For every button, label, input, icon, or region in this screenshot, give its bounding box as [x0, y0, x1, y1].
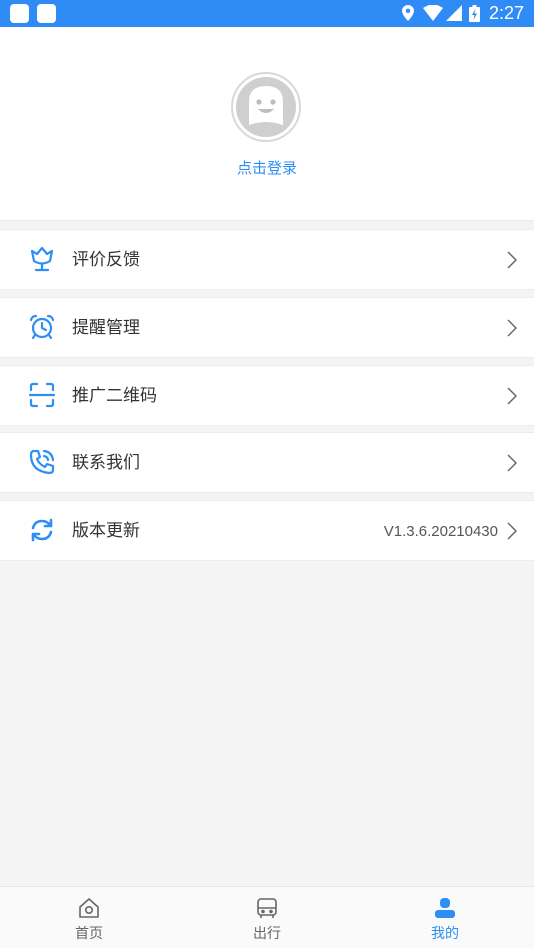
tab-label: 首页 [75, 926, 103, 942]
tab-label: 出行 [253, 926, 281, 942]
version-value: V1.3.6.20210430 [383, 523, 498, 540]
signal-icon [446, 5, 462, 21]
bus-icon [257, 898, 277, 918]
chevron-right-icon [507, 522, 517, 540]
menu-item-reminders[interactable]: 提醒管理 [0, 297, 534, 358]
menu-item-label: 版本更新 [72, 521, 140, 541]
notification-app-icon [37, 4, 56, 23]
login-link[interactable]: 点击登录 [0, 158, 534, 178]
avatar-smiley-icon[interactable] [231, 72, 301, 142]
menu-item-promo-qr[interactable]: 推广二维码 [0, 365, 534, 426]
profile-header: 点击登录 [0, 27, 534, 221]
user-icon [435, 898, 455, 918]
chevron-right-icon [507, 387, 517, 405]
menu-item-label: 提醒管理 [72, 318, 140, 338]
menu-item-label: 评价反馈 [72, 250, 140, 270]
tab-travel[interactable]: 出行 [178, 887, 356, 948]
menu-item-contact[interactable]: 联系我们 [0, 432, 534, 493]
status-time: 2:27 [488, 3, 524, 23]
home-icon [79, 898, 99, 918]
menu-item-label: 推广二维码 [72, 386, 157, 406]
tulip-icon [30, 246, 54, 272]
bottom-tab-bar: 首页 出行 我的 [0, 886, 534, 948]
chevron-right-icon [507, 319, 517, 337]
chevron-right-icon [507, 251, 517, 269]
wifi-icon [423, 5, 443, 21]
status-bar: 2:27 [0, 0, 534, 27]
location-icon [402, 5, 414, 21]
alarm-clock-icon [29, 314, 55, 340]
menu-item-version-update[interactable]: 版本更新 V1.3.6.20210430 [0, 500, 534, 561]
chevron-right-icon [507, 454, 517, 472]
battery-icon [469, 5, 480, 22]
notification-app-icon [10, 4, 29, 23]
scan-icon [28, 382, 56, 408]
refresh-icon [31, 518, 53, 542]
tab-mine[interactable]: 我的 [356, 887, 534, 948]
tab-home[interactable]: 首页 [0, 887, 178, 948]
menu-item-label: 联系我们 [72, 453, 140, 473]
phone-icon [29, 449, 55, 475]
tab-label: 我的 [431, 926, 459, 942]
menu-item-feedback[interactable]: 评价反馈 [0, 229, 534, 290]
